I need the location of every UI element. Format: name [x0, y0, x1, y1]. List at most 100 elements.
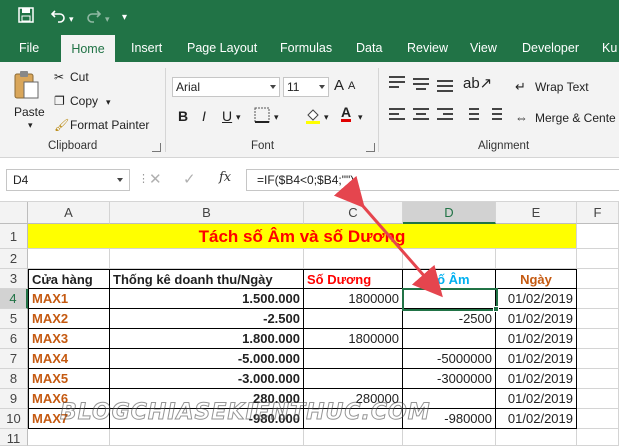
confirm-entry-icon[interactable]: ✓: [183, 170, 196, 188]
sheet-title[interactable]: Tách số Âm và số Dương: [28, 224, 577, 249]
tab-formulas[interactable]: Formulas: [276, 34, 336, 62]
date-cell[interactable]: 01/02/2019: [496, 289, 577, 309]
cell[interactable]: [577, 349, 619, 369]
underline-button[interactable]: U: [222, 108, 232, 124]
tab-insert[interactable]: Insert: [127, 34, 166, 62]
font-color-button[interactable]: A: [341, 105, 352, 122]
value-cell[interactable]: 1.500.000: [110, 289, 304, 309]
column-header-b[interactable]: B: [110, 202, 304, 224]
align-bottom-button[interactable]: [437, 76, 453, 92]
align-middle-button[interactable]: [413, 76, 429, 90]
paste-button[interactable]: [12, 70, 40, 100]
positive-cell[interactable]: [304, 349, 403, 369]
date-cell[interactable]: 01/02/2019: [496, 369, 577, 389]
cell[interactable]: [110, 429, 304, 446]
row-header-9[interactable]: 9: [0, 389, 28, 409]
store-cell[interactable]: MAX1: [28, 289, 110, 309]
cell[interactable]: [403, 249, 496, 269]
value-cell[interactable]: -3.000.000: [110, 369, 304, 389]
positive-cell[interactable]: 1800000: [304, 289, 403, 309]
undo-dropdown-icon[interactable]: ▾: [69, 10, 74, 28]
row-header-7[interactable]: 7: [0, 349, 28, 369]
value-cell[interactable]: -2.500: [110, 309, 304, 329]
column-header-a[interactable]: A: [28, 202, 110, 224]
save-icon[interactable]: [18, 7, 34, 28]
row-header-11[interactable]: 11: [0, 429, 28, 446]
date-cell[interactable]: 01/02/2019: [496, 309, 577, 329]
align-left-button[interactable]: [389, 108, 405, 122]
cell[interactable]: [577, 224, 619, 249]
cell[interactable]: [577, 269, 619, 289]
copy-button[interactable]: ❐ Copy ▾: [54, 94, 111, 108]
positive-cell[interactable]: [304, 309, 403, 329]
cell[interactable]: [577, 289, 619, 309]
grow-font-button[interactable]: A: [334, 77, 344, 94]
header-date[interactable]: Ngày: [496, 269, 577, 289]
negative-cell[interactable]: -5000000: [403, 349, 496, 369]
format-painter-button[interactable]: 🖌Format Painter: [54, 118, 149, 132]
header-positive[interactable]: Số Dương: [304, 269, 403, 289]
value-cell[interactable]: 1.800.000: [110, 329, 304, 349]
cut-button[interactable]: ✂ Cut: [54, 70, 89, 84]
shrink-font-button[interactable]: A: [348, 80, 355, 92]
cell[interactable]: [496, 429, 577, 446]
header-stats[interactable]: Thống kê doanh thu/Ngày: [110, 269, 304, 289]
redo-dropdown-icon[interactable]: ▾: [105, 10, 110, 28]
row-header-4[interactable]: 4: [0, 289, 28, 309]
header-store[interactable]: Cửa hàng: [28, 269, 110, 289]
redo-icon[interactable]: [86, 7, 102, 28]
clipboard-launcher-icon[interactable]: [152, 143, 161, 152]
cancel-entry-icon[interactable]: ✕: [149, 170, 162, 188]
font-color-dropdown-icon[interactable]: ▾: [358, 112, 363, 123]
insert-function-icon[interactable]: fx: [219, 170, 231, 185]
borders-button[interactable]: [254, 107, 270, 126]
italic-button[interactable]: I: [202, 108, 206, 124]
cell[interactable]: [403, 429, 496, 446]
name-box[interactable]: D4: [6, 169, 130, 191]
fill-color-button[interactable]: [304, 106, 322, 127]
align-center-button[interactable]: [413, 108, 429, 122]
undo-icon[interactable]: [50, 7, 66, 28]
wrap-text-button[interactable]: ↵ Wrap Text: [515, 79, 589, 95]
cell[interactable]: [496, 249, 577, 269]
tab-file[interactable]: File: [15, 34, 43, 62]
merge-center-button[interactable]: ⇔ Merge & Cente: [515, 110, 616, 125]
underline-dropdown-icon[interactable]: ▾: [236, 112, 241, 123]
negative-cell[interactable]: -2500: [403, 309, 496, 329]
font-name-select[interactable]: Arial: [172, 77, 280, 97]
tab-data[interactable]: Data: [352, 34, 386, 62]
tab-kutools[interactable]: Ku: [598, 34, 619, 62]
customize-toolbar-icon[interactable]: ▾: [122, 9, 127, 27]
positive-cell[interactable]: [304, 369, 403, 389]
align-top-button[interactable]: [389, 76, 405, 90]
active-cell-d4[interactable]: [402, 288, 498, 311]
cell[interactable]: [304, 429, 403, 446]
bold-button[interactable]: B: [178, 108, 188, 124]
store-cell[interactable]: MAX3: [28, 329, 110, 349]
orientation-button[interactable]: ab↗: [463, 74, 492, 92]
decrease-indent-button[interactable]: [463, 108, 479, 122]
cell[interactable]: [110, 249, 304, 269]
cell[interactable]: [577, 329, 619, 349]
cell[interactable]: [304, 249, 403, 269]
positive-cell[interactable]: 1800000: [304, 329, 403, 349]
date-cell[interactable]: 01/02/2019: [496, 389, 577, 409]
date-cell[interactable]: 01/02/2019: [496, 409, 577, 429]
tab-home[interactable]: Home: [61, 35, 115, 62]
align-right-button[interactable]: [437, 108, 453, 122]
negative-cell[interactable]: [403, 329, 496, 349]
column-header-d[interactable]: D: [403, 202, 496, 224]
row-header-6[interactable]: 6: [0, 329, 28, 349]
tab-developer[interactable]: Developer: [518, 34, 583, 62]
paste-label[interactable]: Paste: [14, 105, 45, 119]
formula-input[interactable]: =IF($B4<0;$B4;""): [246, 169, 619, 191]
increase-indent-button[interactable]: [486, 108, 502, 122]
store-cell[interactable]: MAX4: [28, 349, 110, 369]
copy-dropdown-icon[interactable]: ▾: [106, 97, 111, 107]
tab-view[interactable]: View: [466, 34, 501, 62]
paste-dropdown-icon[interactable]: ▾: [28, 120, 33, 131]
header-negative[interactable]: Số Âm: [403, 269, 496, 289]
date-cell[interactable]: 01/02/2019: [496, 349, 577, 369]
tab-review[interactable]: Review: [403, 34, 452, 62]
font-launcher-icon[interactable]: [366, 143, 375, 152]
